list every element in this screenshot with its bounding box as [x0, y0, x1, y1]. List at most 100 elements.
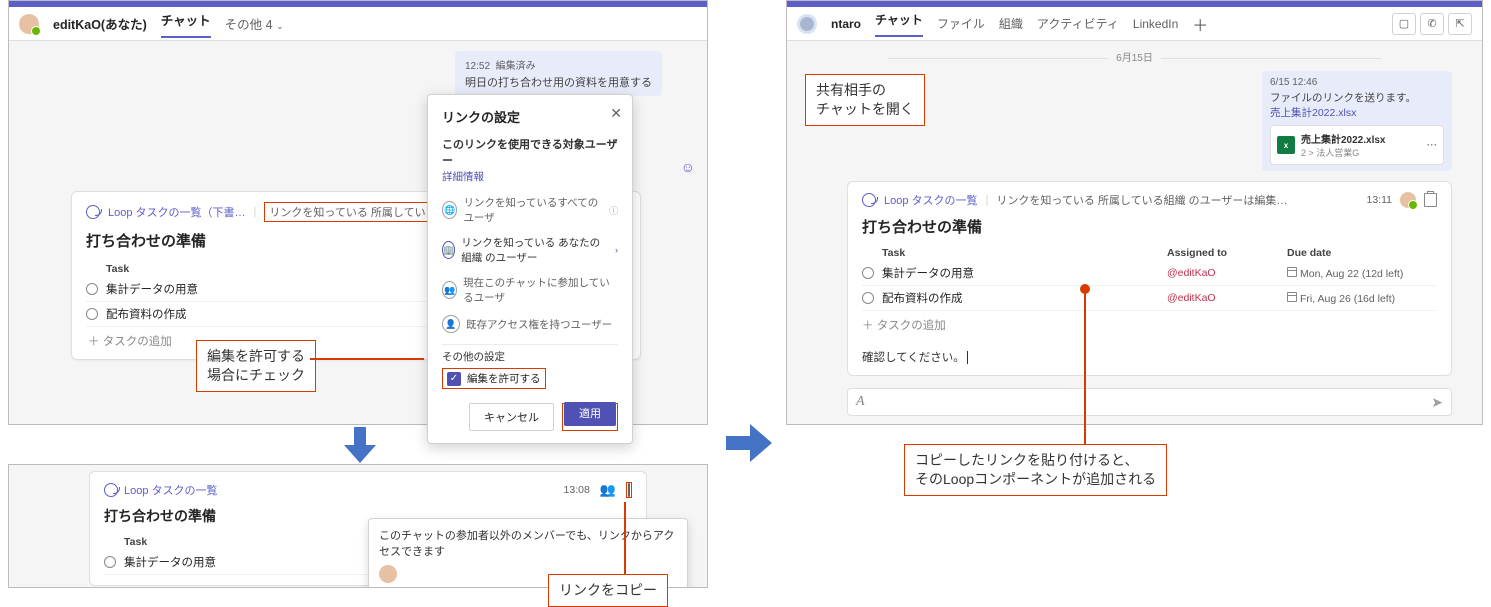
opt-existing-access[interactable]: 👤既存アクセス権を持つユーザー	[442, 310, 618, 338]
format-icon[interactable]: A	[856, 394, 865, 410]
org-icon: 🏢	[442, 241, 455, 259]
message-meta: 12:52 編集済み	[465, 57, 652, 72]
loop-timestamp: 13:11	[1367, 194, 1393, 206]
avatar-ntaro	[797, 14, 817, 34]
loop-text-content[interactable]: 確認してください。	[862, 349, 1437, 365]
tab-org[interactable]: 組織	[999, 15, 1023, 32]
loop-icon	[862, 193, 876, 207]
loop-heading: 打ち合わせの準備	[862, 216, 1437, 237]
link-settings-popup: ✕ リンクの設定 このリンクを使用できる対象ユーザー 詳細情報 🌐リンクを知って…	[427, 94, 633, 444]
annotation-connector	[310, 358, 424, 360]
task-due: Mon, Aug 22 (12d left)	[1287, 267, 1437, 280]
apply-highlight: 適用	[562, 403, 618, 431]
message-meta: 6/15 12:46	[1270, 77, 1444, 88]
delete-icon[interactable]	[1424, 193, 1437, 207]
task-checkbox[interactable]	[86, 283, 98, 295]
allow-edit-checkbox[interactable]: ✓	[447, 372, 461, 386]
add-tab-button[interactable]: ＋	[1192, 12, 1208, 36]
file-link[interactable]: 売上集計2022.xlsx	[1270, 105, 1444, 120]
task-assignee[interactable]: @editKaO	[1167, 292, 1287, 304]
annotation-allow-edit: 編集を許可する 場合にチェック	[196, 340, 316, 392]
send-icon[interactable]: ➤	[1431, 394, 1443, 411]
loop-card-header: Loop タスクの一覧 | リンクを知っている 所属している組織 のユーザーは編…	[862, 192, 1437, 208]
opt-org[interactable]: 🏢リンクを知っている あなたの組織 のユーザー›	[442, 230, 618, 270]
more-icon[interactable]: ⋯	[1427, 139, 1438, 151]
apply-button[interactable]: 適用	[564, 402, 616, 426]
avatar-editkao	[19, 14, 39, 34]
video-call-icon[interactable]: ▢	[1392, 13, 1416, 35]
teams-window-left: editKaO(あなた) チャット その他 4 ⌄ 12:52 編集済み 明日の…	[8, 0, 708, 425]
calendar-icon	[1287, 267, 1297, 277]
popup-subtitle: このリンクを使用できる対象ユーザー	[442, 136, 618, 168]
loop-timestamp: 13:08	[564, 484, 590, 496]
annotation-endpoint	[1080, 284, 1090, 294]
teams-window-right: ntaro チャット ファイル 組織 アクティビティ LinkedIn ＋ ▢ …	[786, 0, 1483, 425]
header-actions: ▢ ✆ ⇱	[1392, 13, 1472, 35]
text-caret	[967, 351, 968, 364]
annotation-paste-link: コピーしたリンクを貼り付けると、 そのLoopコンポーネントが追加される	[904, 444, 1167, 496]
loop-title-link[interactable]: Loop タスクの一覧（下書…	[108, 204, 246, 220]
people-icon: 👥	[442, 281, 457, 299]
annotation-copy-link: リンクをコピー	[548, 574, 668, 607]
file-attachment[interactable]: x 売上集計2022.xlsx 2 > 法人営業G ⋯	[1270, 125, 1444, 165]
people-icon[interactable]: 👥	[600, 482, 616, 498]
arrow-right-icon	[724, 420, 774, 466]
task-row[interactable]: 集計データの用意 @editKaO Mon, Aug 22 (12d left)	[862, 261, 1437, 286]
cancel-button[interactable]: キャンセル	[469, 403, 554, 431]
task-row[interactable]: 配布資料の作成 @editKaO Fri, Aug 26 (16d left)	[862, 286, 1437, 311]
loop-permission-text[interactable]: リンクを知っている 所属している組織 のユーザーは編集…	[996, 192, 1287, 208]
tab-files[interactable]: ファイル	[937, 15, 985, 32]
loop-title-link[interactable]: Loop タスクの一覧	[124, 482, 218, 498]
loop-icon	[86, 205, 100, 219]
chat-contact-name: editKaO(あなた)	[53, 14, 147, 33]
message-text: ファイルのリンクを送ります。	[1270, 90, 1444, 105]
close-icon[interactable]: ✕	[610, 105, 622, 122]
copy-link-icon[interactable]	[628, 483, 630, 497]
task-checkbox[interactable]	[86, 308, 98, 320]
info-icon[interactable]: ⓘ	[609, 204, 618, 217]
more-info-link[interactable]: 詳細情報	[442, 169, 618, 184]
tooltip-text: このチャットの参加者以外のメンバーでも、リンクからアクセスできます	[379, 527, 677, 559]
task-checkbox[interactable]	[862, 292, 874, 304]
copy-link-highlight	[626, 482, 632, 498]
share-screen-icon[interactable]: ⇱	[1448, 13, 1472, 35]
calendar-icon	[1287, 292, 1297, 302]
task-checkbox[interactable]	[862, 267, 874, 279]
chat-body: 12:52 編集済み 明日の打ち合わせ用の資料を用意する ☺ Loop タスクの…	[9, 41, 707, 424]
tab-linkedin[interactable]: LinkedIn	[1133, 17, 1178, 31]
popup-buttons: キャンセル 適用	[442, 403, 618, 431]
add-task-button[interactable]: ＋ タスクの追加	[862, 311, 1437, 339]
task-checkbox[interactable]	[104, 556, 116, 568]
tab-others[interactable]: その他 4 ⌄	[225, 14, 284, 33]
popup-title: リンクの設定	[442, 107, 618, 126]
globe-icon: 🌐	[442, 201, 457, 219]
task-name: 集計データの用意	[882, 265, 1167, 281]
allow-edit-row[interactable]: ✓ 編集を許可する	[447, 371, 541, 386]
loop-title-link[interactable]: Loop タスクの一覧	[884, 192, 978, 208]
audio-call-icon[interactable]: ✆	[1420, 13, 1444, 35]
compose-box[interactable]: A ➤	[847, 388, 1452, 416]
opt-anyone[interactable]: 🌐リンクを知っているすべてのユーザⓘ	[442, 190, 618, 230]
outgoing-message: 6/15 12:46 ファイルのリンクを送ります。 売上集計2022.xlsx …	[1262, 71, 1452, 171]
avatar-icon	[379, 565, 397, 583]
tab-chat[interactable]: チャット	[875, 11, 923, 37]
reaction-smile-icon[interactable]: ☺	[681, 159, 695, 175]
file-name: 売上集計2022.xlsx	[1301, 131, 1386, 146]
task-table-header: Task Assigned to Due date	[862, 245, 1437, 261]
tab-chat[interactable]: チャット	[161, 10, 211, 38]
loop-card-header: Loop タスクの一覧 13:08 👥	[104, 482, 632, 498]
loop-component-card: Loop タスクの一覧 13:08 👥 打ち合わせの準備 Task 集計データの…	[89, 471, 647, 586]
tab-activity[interactable]: アクティビティ	[1037, 15, 1119, 32]
annotation-connector	[1084, 290, 1086, 444]
incoming-message: 12:52 編集済み 明日の打ち合わせ用の資料を用意する	[455, 51, 662, 96]
task-assignee[interactable]: @editKaO	[1167, 267, 1287, 279]
chat-contact-name: ntaro	[831, 17, 861, 31]
loop-header-right: 13:11	[1367, 192, 1438, 208]
person-icon: 👤	[442, 315, 460, 333]
avatar-icon	[1400, 192, 1416, 208]
loop-component-card: Loop タスクの一覧 | リンクを知っている 所属している組織 のユーザーは編…	[847, 181, 1452, 376]
opt-chat-members[interactable]: 👥現在このチャットに参加しているユーザ	[442, 270, 618, 310]
arrow-down-icon	[340, 425, 380, 465]
task-name: 配布資料の作成	[882, 290, 1167, 306]
divider	[442, 344, 618, 345]
